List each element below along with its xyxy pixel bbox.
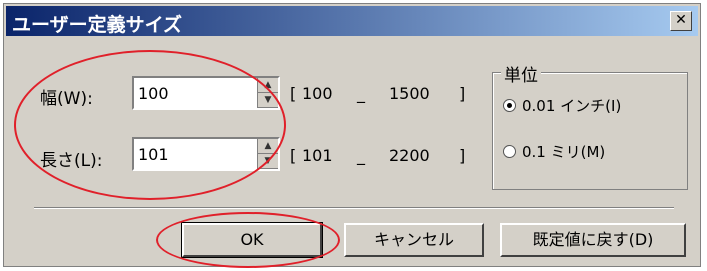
length-value: 101 — [138, 145, 169, 164]
spin-down-icon[interactable]: ▼ — [258, 154, 278, 169]
width-range-close: ] — [459, 84, 466, 103]
spin-up-icon[interactable]: ▲ — [258, 78, 278, 93]
dialog-title: ユーザー定義サイズ — [12, 14, 183, 36]
units-group: 単位 0.01 インチ(I) 0.1 ミリ(M) — [492, 61, 688, 190]
radio-unit-inch-label: 0.01 インチ(I) — [522, 97, 622, 115]
close-button[interactable]: ✕ — [670, 11, 692, 31]
width-range-max: 1500 — [389, 84, 430, 103]
radio-unit-mm-label: 0.1 ミリ(M) — [522, 143, 606, 161]
length-range-min: 101 — [302, 146, 333, 165]
length-range-separator: _ — [357, 146, 365, 165]
ok-button[interactable]: OK — [181, 222, 323, 258]
title-bar: ユーザー定義サイズ ✕ — [6, 6, 698, 36]
spin-down-icon[interactable]: ▼ — [258, 93, 278, 108]
cancel-button[interactable]: キャンセル — [344, 223, 484, 257]
length-input[interactable]: 101 ▲ ▼ — [132, 137, 280, 171]
custom-size-dialog: ユーザー定義サイズ ✕ 幅(W): 100 ▲ ▼ [ 100 _ 1500 ]… — [3, 3, 701, 268]
reset-defaults-button[interactable]: 既定値に戻す(D) — [500, 223, 686, 257]
radio-selected-icon[interactable] — [503, 99, 516, 112]
annotation-ellipse-fields — [14, 50, 286, 200]
width-spinner[interactable]: ▲ ▼ — [257, 78, 278, 108]
width-range-min: 100 — [302, 84, 333, 103]
radio-unit-inch[interactable]: 0.01 インチ(I) — [503, 95, 621, 116]
width-input[interactable]: 100 ▲ ▼ — [132, 76, 280, 110]
length-label: 長さ(L): — [40, 151, 103, 171]
separator — [34, 207, 674, 209]
length-range-close: ] — [459, 146, 466, 165]
width-value: 100 — [138, 84, 169, 103]
units-group-title: 単位 — [501, 61, 541, 86]
close-icon: ✕ — [675, 12, 687, 28]
spin-up-icon[interactable]: ▲ — [258, 139, 278, 154]
length-spinner[interactable]: ▲ ▼ — [257, 139, 278, 169]
width-label: 幅(W): — [40, 89, 93, 109]
length-range-open: [ — [290, 146, 297, 165]
length-range-max: 2200 — [389, 146, 430, 165]
radio-unit-mm[interactable]: 0.1 ミリ(M) — [503, 141, 605, 162]
width-range-open: [ — [290, 84, 297, 103]
radio-unselected-icon[interactable] — [503, 145, 516, 158]
width-range-separator: _ — [357, 84, 365, 103]
